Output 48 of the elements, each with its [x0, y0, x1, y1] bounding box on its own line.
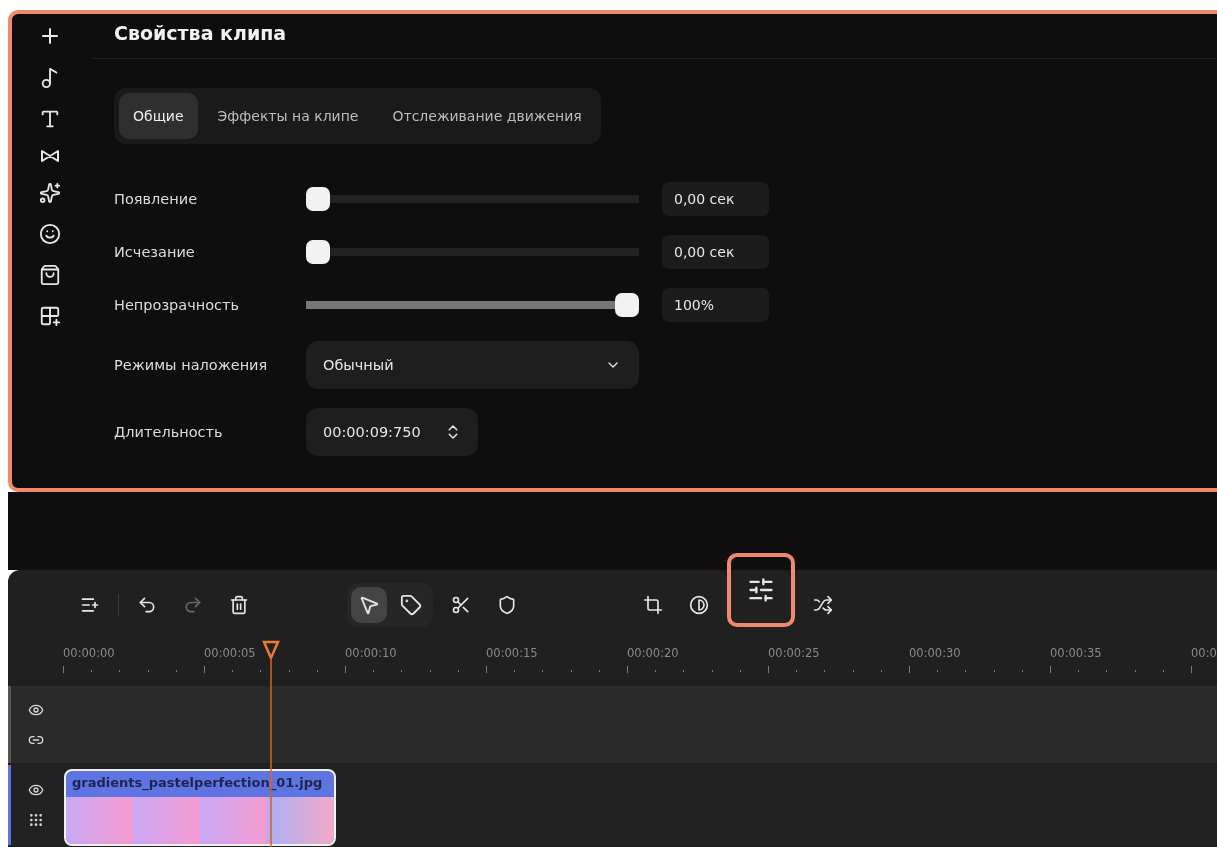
tag-icon — [400, 594, 422, 616]
smiley-icon — [39, 223, 61, 245]
slider-thumb[interactable] — [306, 240, 330, 264]
time-label: 00:00:20 — [627, 646, 679, 660]
text-icon — [39, 108, 61, 130]
scissors-icon — [451, 595, 471, 615]
property-label: Режимы наложения — [114, 357, 269, 373]
crop-icon — [643, 595, 663, 615]
panel-title: Свойства клипа — [92, 14, 1217, 59]
tab[interactable]: Общие — [119, 93, 198, 139]
time-label: 00:0 — [1191, 646, 1217, 660]
grid-plus-icon — [39, 305, 61, 327]
sliders-icon — [747, 576, 775, 604]
blend-mode-dropdown[interactable]: Обычный — [306, 341, 639, 389]
contrast-icon — [689, 595, 709, 615]
shield-icon — [497, 595, 517, 615]
pointer-tool-button[interactable] — [351, 587, 387, 623]
time-label: 00:00:00 — [63, 646, 115, 660]
undo-icon — [137, 595, 157, 615]
property-label: Непрозрачность — [114, 297, 241, 313]
tab[interactable]: Отслеживание движения — [378, 93, 596, 139]
redo-icon — [183, 595, 203, 615]
time-label: 00:00:15 — [486, 646, 538, 660]
time-label: 00:00:25 — [768, 646, 820, 660]
time-label: 00:00:35 — [1050, 646, 1102, 660]
slider-thumb[interactable] — [306, 187, 330, 211]
adjust-button[interactable] — [727, 553, 795, 627]
sparkles-icon — [39, 182, 61, 204]
pointer-icon — [358, 594, 380, 616]
grip-icon — [28, 812, 44, 828]
shuffle-icon — [813, 595, 833, 615]
slider-thumb[interactable] — [615, 293, 639, 317]
property-label: Появление — [114, 191, 199, 207]
bowtie-icon — [40, 149, 60, 163]
time-label: 00:00:10 — [345, 646, 397, 660]
value-field[interactable]: 100% — [662, 288, 769, 322]
tab[interactable]: Эффекты на клипе — [203, 93, 373, 139]
property-label: Длительность — [114, 424, 224, 440]
time-label: 00:00:30 — [909, 646, 961, 660]
eye-icon — [28, 782, 44, 798]
time-label: 00:00:05 — [204, 646, 256, 660]
value-field[interactable]: 0,00 сек — [662, 182, 769, 216]
property-label: Исчезание — [114, 244, 196, 260]
duration-field[interactable]: 00:00:09:750 — [306, 408, 478, 456]
delete-icon — [229, 595, 249, 615]
value-field[interactable]: 0,00 сек — [662, 235, 769, 269]
add-track-icon — [80, 595, 100, 615]
bag-icon — [39, 264, 61, 286]
